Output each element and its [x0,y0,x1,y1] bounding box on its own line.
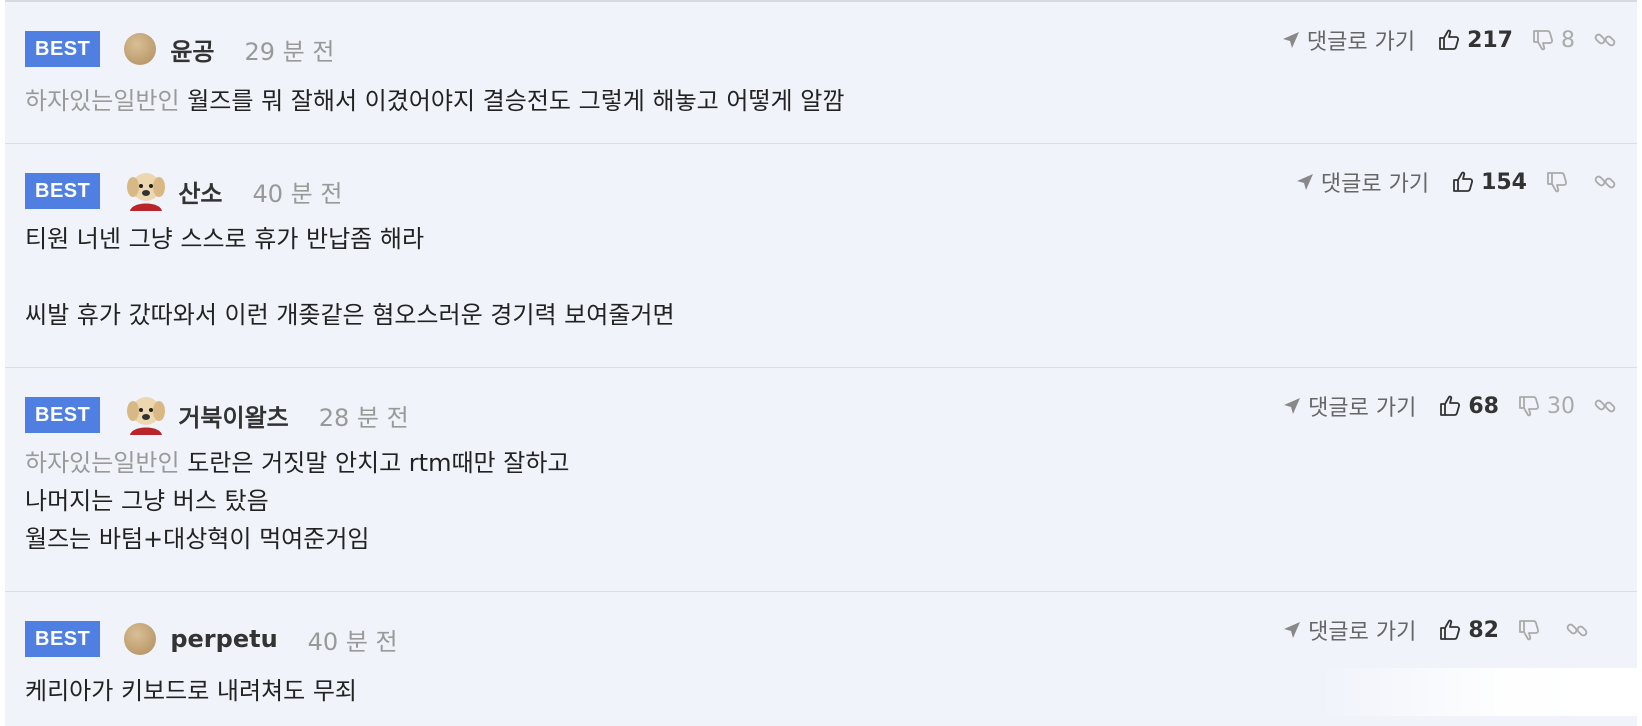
thumbs-up-icon [1439,29,1460,50]
comment-author[interactable]: 산소 [178,174,222,209]
goto-comment-button[interactable]: 댓글로 가기 [1282,614,1416,646]
thumbs-down-icon [1533,30,1554,51]
fade-overlay [1317,668,1637,716]
like-count: 154 [1481,169,1527,195]
comment-line: 나머지는 그냥 버스 탔음 [25,487,269,515]
comment-header: BEST 산소 40 분 전 [25,169,342,213]
link-icon [1566,623,1588,637]
comment-line: 씨발 휴가 갔따와서 이런 개좆같은 혐오스러운 경기력 보여줄거면 [25,301,675,329]
copy-link-button[interactable] [1593,170,1617,194]
comment-item: BEST 거북이왈츠 28 분 전 댓글로 가기 68 30 하자있는일반인 도… [5,368,1637,592]
dislike-count: 8 [1561,27,1575,53]
thumbs-down-icon [1547,172,1568,193]
best-badge: BEST [25,621,101,657]
comment-text: 도란은 거짓말 안치고 rtm때만 잘하고 [187,449,570,477]
comment-line: 티원 너넨 그냥 스스로 휴가 반납좀 해라 [25,225,425,253]
thumbs-up-icon [1453,171,1474,192]
mention[interactable]: 하자있는일반인 [25,87,180,115]
best-comments-list: BEST 윤공 29 분 전 댓글로 가기 217 8 하자있는일반인 월즈를 … [5,0,1637,726]
comment-time: 40 분 전 [307,627,398,656]
avatar[interactable] [122,391,170,439]
best-badge: BEST [25,173,101,209]
goto-comment-label: 댓글로 가기 [1306,30,1416,55]
thumbs-up-icon [1440,619,1461,640]
avatar[interactable] [122,167,170,215]
comment-actions: 댓글로 가기 68 30 [1282,386,1617,426]
goto-comment-label: 댓글로 가기 [1308,396,1417,421]
comment-text: 월즈를 뭐 잘해서 이겼어야지 결승전도 그렇게 해놓고 어떻게 알깜 [187,87,845,115]
dislike-count: 30 [1547,393,1575,419]
comment-line: 하자있는일반인 도란은 거짓말 안치고 rtm때만 잘하고 [25,444,570,482]
goto-comment-button[interactable]: 댓글로 가기 [1282,390,1416,422]
comment-actions: 댓글로 가기 154 [1295,162,1617,202]
page: BEST 윤공 29 분 전 댓글로 가기 217 8 하자있는일반인 월즈를 … [0,0,1642,726]
best-badge: BEST [25,397,101,433]
comment-item: BEST perpetu 40 분 전 댓글로 가기 82 케리아가 키보드로 … [5,592,1637,726]
comment-actions: 댓글로 가기 82 [1282,610,1589,650]
goto-comment-button[interactable]: 댓글로 가기 [1281,24,1415,56]
comment-line [25,258,675,296]
arrow-icon [1284,398,1301,414]
copy-link-button[interactable] [1593,394,1617,418]
dislike-button[interactable]: 30 [1517,394,1575,419]
comment-author[interactable]: 거북이왈츠 [178,398,288,433]
mention[interactable]: 하자있는일반인 [25,449,180,477]
comment-header: BEST perpetu 40 분 전 [25,617,398,661]
link-icon [1594,33,1616,47]
link-icon [1594,175,1616,189]
dog-avatar-icon [127,173,166,211]
goto-comment-button[interactable]: 댓글로 가기 [1295,166,1429,198]
comment-line: 하자있는일반인 월즈를 뭐 잘해서 이겼어야지 결승전도 그렇게 해놓고 어떻게… [25,82,844,120]
goto-comment-label: 댓글로 가기 [1320,172,1430,197]
arrow-icon [1282,32,1299,48]
like-button[interactable]: 217 [1437,28,1513,53]
like-button[interactable]: 82 [1438,618,1499,643]
comment-time: 29 분 전 [244,37,335,66]
comment-body: 케리아가 키보드로 내려쳐도 무죄 [25,672,357,710]
comment-time: 28 분 전 [318,403,409,432]
comment-line: 케리아가 키보드로 내려쳐도 무죄 [25,677,358,705]
comment-author[interactable]: 윤공 [170,32,214,67]
best-badge: BEST [25,31,101,67]
like-button[interactable]: 68 [1438,394,1499,419]
comment-body: 티원 너넨 그냥 스스로 휴가 반납좀 해라 씨발 휴가 갔따와서 이런 개좆같… [25,220,675,334]
thumbs-up-icon [1440,395,1461,416]
like-count: 82 [1468,617,1499,643]
avatar[interactable] [124,623,157,655]
arrow-icon [1296,174,1313,190]
comment-item: BEST 윤공 29 분 전 댓글로 가기 217 8 하자있는일반인 월즈를 … [5,2,1637,144]
comment-time: 40 분 전 [252,179,343,208]
comment-item: BEST 산소 40 분 전 댓글로 가기 154 티원 너넨 그냥 스스로 휴… [5,144,1637,368]
comment-author[interactable]: perpetu [170,625,277,653]
dislike-button[interactable] [1517,618,1547,642]
copy-link-button[interactable] [1565,618,1589,642]
dislike-button[interactable]: 8 [1531,28,1575,53]
comment-header: BEST 거북이왈츠 28 분 전 [25,393,409,437]
copy-link-button[interactable] [1593,28,1617,52]
comment-actions: 댓글로 가기 217 8 [1281,20,1617,60]
link-icon [1594,399,1616,413]
dog-avatar-icon [127,397,166,435]
avatar[interactable] [124,33,157,65]
like-button[interactable]: 154 [1451,170,1527,195]
like-count: 217 [1467,27,1513,53]
thumbs-down-icon [1519,396,1540,417]
dislike-button[interactable] [1545,170,1575,194]
arrow-icon [1284,622,1301,638]
comment-body: 하자있는일반인 도란은 거짓말 안치고 rtm때만 잘하고 나머지는 그냥 버스… [25,444,570,558]
comment-body: 하자있는일반인 월즈를 뭐 잘해서 이겼어야지 결승전도 그렇게 해놓고 어떻게… [25,82,844,120]
thumbs-down-icon [1519,620,1540,641]
comment-line: 월즈는 바텀+대상혁이 먹여준거임 [25,525,370,553]
like-count: 68 [1468,393,1499,419]
comment-header: BEST 윤공 29 분 전 [25,27,334,71]
goto-comment-label: 댓글로 가기 [1308,620,1417,645]
